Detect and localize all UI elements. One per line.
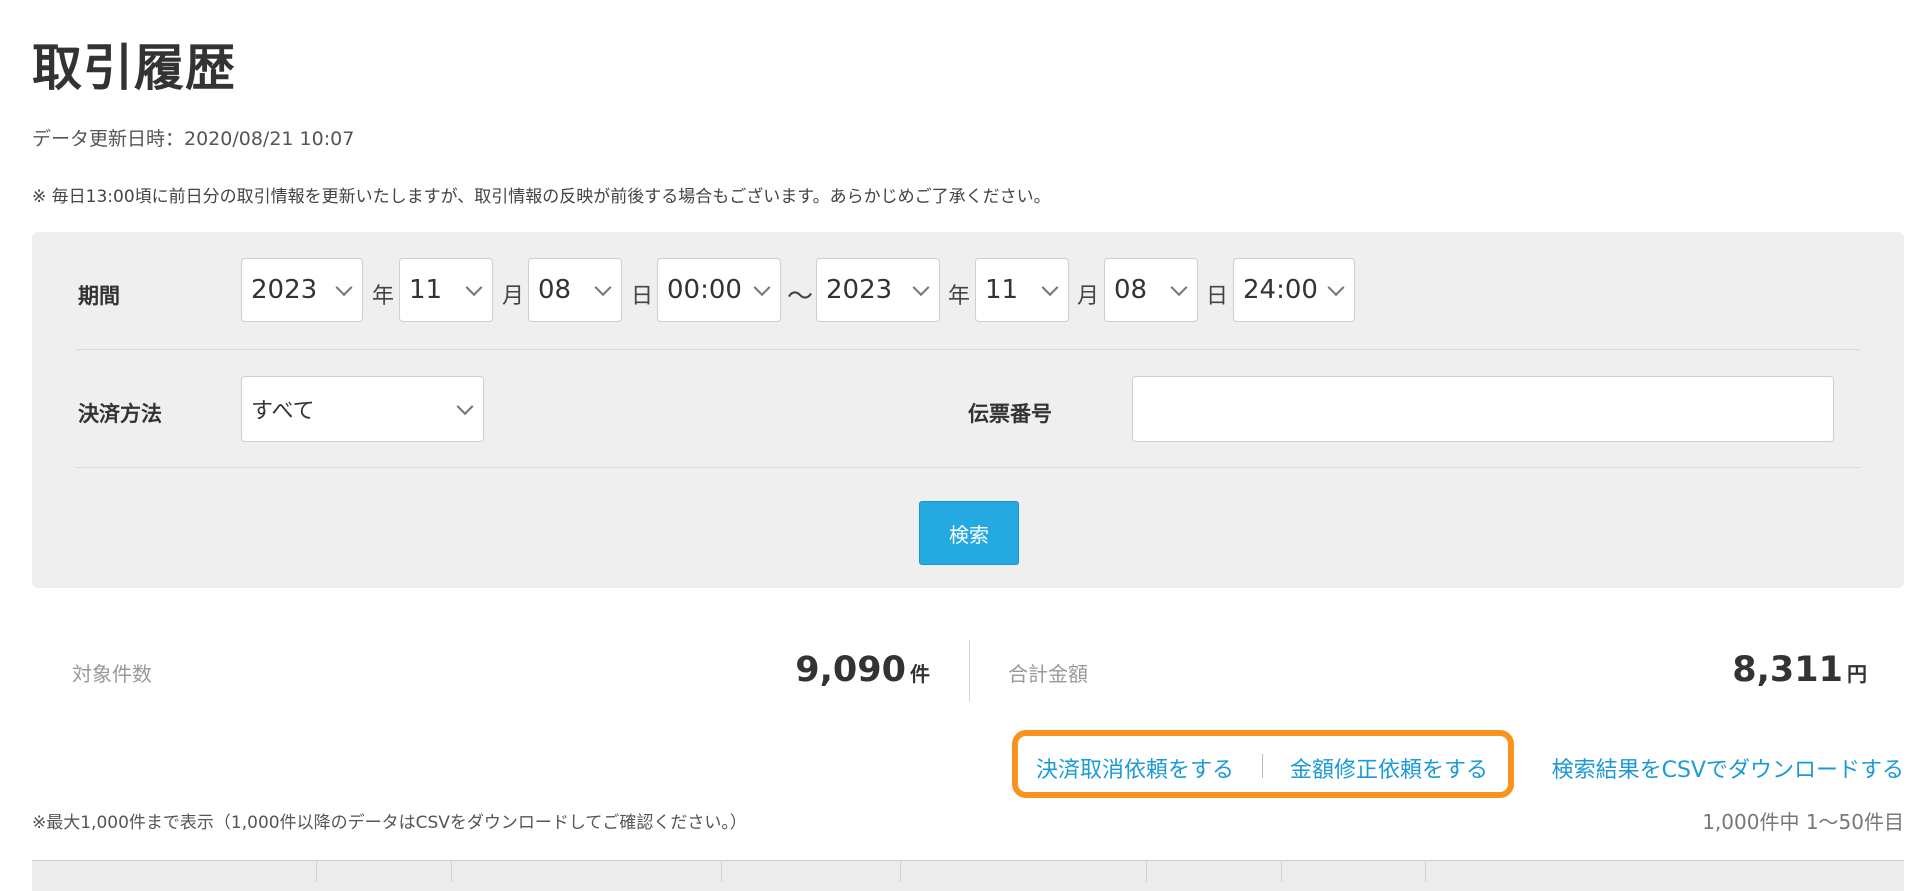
- chevron-down-icon: [912, 279, 930, 297]
- table-column-separator: [721, 860, 722, 882]
- table-column-separator: [451, 860, 452, 882]
- display-limit-note: ※最大1,000件まで表示（1,000件以降のデータはCSVをダウンロードしてご…: [32, 813, 747, 833]
- from-month-unit: 月: [502, 284, 525, 309]
- chevron-down-icon: [1327, 279, 1345, 297]
- data-updated-timestamp: データ更新日時：2020/08/21 10:07: [32, 128, 355, 150]
- target-count-unit: 件: [910, 662, 930, 686]
- table-column-separator: [1146, 860, 1147, 882]
- from-day-select[interactable]: 08: [528, 258, 622, 322]
- from-year-value: 2023: [251, 275, 318, 305]
- filter-divider: [76, 467, 1860, 468]
- total-amount: 8,311 円: [1732, 650, 1867, 690]
- to-day-unit: 日: [1206, 284, 1229, 309]
- to-month-value: 11: [985, 275, 1019, 305]
- chevron-down-icon: [1170, 279, 1188, 297]
- total-amount-label: 合計金額: [1008, 662, 1088, 686]
- chevron-down-icon: [1041, 279, 1059, 297]
- target-count-value: 9,090: [795, 650, 906, 690]
- slip-number-input[interactable]: [1132, 376, 1834, 442]
- cancel-request-link[interactable]: 決済取消依頼をする: [1036, 752, 1234, 784]
- results-table-header: [32, 860, 1904, 891]
- slip-number-label: 伝票番号: [968, 402, 1052, 426]
- payment-method-value: すべて: [251, 399, 315, 424]
- to-day-select[interactable]: 08: [1104, 258, 1198, 322]
- amount-fix-request-link[interactable]: 金額修正依頼をする: [1290, 752, 1488, 784]
- update-notice: ※ 毎日13:00頃に前日分の取引情報を更新いたしますが、取引情報の反映が前後す…: [32, 187, 1051, 207]
- chevron-down-icon: [465, 279, 483, 297]
- filter-divider: [76, 349, 1860, 350]
- from-year-unit: 年: [372, 284, 395, 309]
- to-month-unit: 月: [1077, 284, 1100, 309]
- paging-info: 1,000件中 1〜50件目: [1702, 810, 1904, 834]
- csv-download-link[interactable]: 検索結果をCSVでダウンロードする: [1552, 752, 1904, 784]
- payment-method-select[interactable]: すべて: [241, 376, 484, 442]
- total-amount-value: 8,311: [1732, 650, 1843, 690]
- chevron-down-icon: [456, 398, 474, 416]
- total-amount-unit: 円: [1847, 662, 1867, 686]
- period-label: 期間: [78, 284, 120, 308]
- chevron-down-icon: [753, 279, 771, 297]
- to-year-unit: 年: [948, 284, 971, 309]
- to-time-value: 24:00: [1243, 275, 1318, 305]
- from-time-select[interactable]: 00:00: [657, 258, 781, 322]
- target-count: 9,090 件: [795, 650, 930, 690]
- table-column-separator: [1281, 860, 1282, 882]
- to-time-select[interactable]: 24:00: [1233, 258, 1355, 322]
- to-year-select[interactable]: 2023: [816, 258, 940, 322]
- search-button[interactable]: 検索: [919, 501, 1019, 565]
- from-day-unit: 日: [631, 284, 654, 309]
- table-column-separator: [316, 860, 317, 882]
- chevron-down-icon: [594, 279, 612, 297]
- target-count-label: 対象件数: [72, 662, 152, 686]
- chevron-down-icon: [335, 279, 353, 297]
- from-time-value: 00:00: [667, 275, 742, 305]
- from-year-select[interactable]: 2023: [241, 258, 363, 322]
- table-column-separator: [1425, 860, 1426, 882]
- range-separator: 〜: [787, 282, 814, 312]
- from-day-value: 08: [538, 275, 572, 305]
- link-separator: [1262, 754, 1263, 778]
- from-month-value: 11: [409, 275, 443, 305]
- to-day-value: 08: [1114, 275, 1148, 305]
- payment-method-label: 決済方法: [78, 402, 162, 426]
- to-year-value: 2023: [826, 275, 893, 305]
- from-month-select[interactable]: 11: [399, 258, 493, 322]
- summary-divider: [969, 640, 970, 702]
- to-month-select[interactable]: 11: [975, 258, 1069, 322]
- table-column-separator: [900, 860, 901, 882]
- page-title: 取引履歴: [32, 39, 236, 97]
